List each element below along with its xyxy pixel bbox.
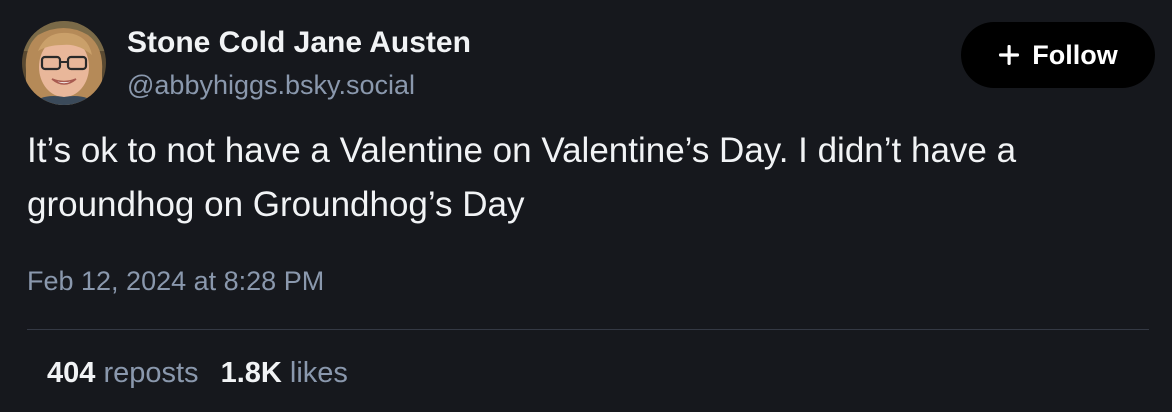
post-card: Stone Cold Jane Austen @abbyhiggs.bsky.s… — [0, 0, 1172, 412]
author-handle[interactable]: @abbyhiggs.bsky.social — [127, 68, 471, 102]
plus-icon — [999, 45, 1020, 65]
likes-stat[interactable]: 1.8K likes — [221, 354, 348, 392]
author-info: Stone Cold Jane Austen @abbyhiggs.bsky.s… — [127, 24, 471, 102]
avatar-image — [22, 21, 106, 105]
reposts-count: 404 — [47, 357, 96, 389]
post-timestamp[interactable]: Feb 12, 2024 at 8:28 PM — [27, 264, 324, 298]
likes-count: 1.8K — [220, 357, 282, 389]
avatar[interactable] — [22, 21, 106, 105]
follow-button[interactable]: Follow — [961, 22, 1155, 88]
divider — [27, 329, 1149, 330]
post-text: It’s ok to not have a Valentine on Valen… — [27, 131, 1017, 224]
author-display-name[interactable]: Stone Cold Jane Austen — [127, 24, 471, 62]
likes-label: likes — [289, 357, 348, 389]
post-stats: 404 reposts 1.8K likes — [47, 354, 348, 392]
reposts-label: reposts — [103, 357, 199, 389]
reposts-stat[interactable]: 404 reposts — [47, 354, 199, 392]
follow-button-label: Follow — [1032, 39, 1118, 70]
